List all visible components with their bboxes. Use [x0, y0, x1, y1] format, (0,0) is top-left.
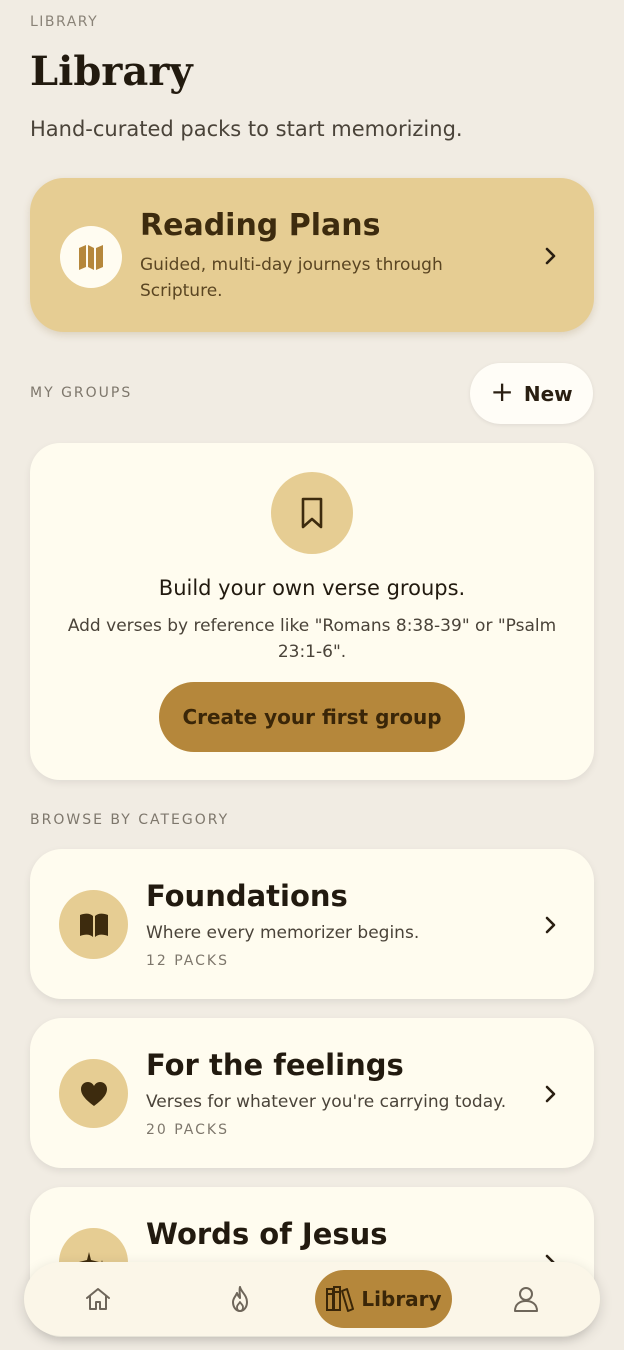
tab-library[interactable]: Library — [315, 1270, 452, 1328]
groups-empty-title: Build your own verse groups. — [158, 576, 466, 600]
map-icon — [60, 226, 122, 288]
category-count: 12 PACKS — [146, 953, 229, 969]
category-description: Where every memorizer begins. — [146, 923, 420, 943]
create-first-group-button[interactable]: Create your first group — [159, 682, 465, 752]
category-card-feelings[interactable]: For the feelings Verses for whatever you… — [30, 1018, 594, 1168]
page-subtitle: Hand-curated packs to start memorizing. — [30, 117, 463, 141]
category-description: Verses for whatever you're carrying toda… — [146, 1092, 507, 1112]
bookmark-icon — [271, 472, 353, 554]
browse-category-label: BROWSE BY CATEGORY — [30, 812, 230, 828]
heart-icon — [59, 1059, 128, 1128]
groups-empty-card: Build your own verse groups. Add verses … — [30, 443, 594, 780]
home-icon — [86, 1288, 110, 1310]
reading-plans-card[interactable]: Reading Plans Guided, multi-day journeys… — [30, 178, 594, 332]
bottom-tab-bar: Library — [24, 1262, 600, 1336]
chevron-right-icon — [538, 1082, 562, 1106]
person-icon — [514, 1287, 538, 1312]
reading-plans-title: Reading Plans — [140, 208, 381, 243]
tab-profile[interactable] — [496, 1270, 556, 1328]
chevron-right-icon — [538, 244, 562, 268]
plus-icon: + — [490, 375, 514, 408]
open-book-icon — [59, 890, 128, 959]
page-title: Library — [30, 48, 193, 95]
category-title: For the feelings — [146, 1048, 404, 1082]
tab-home[interactable] — [68, 1270, 128, 1328]
category-card-foundations[interactable]: Foundations Where every memorizer begins… — [30, 849, 594, 999]
page-eyebrow: LIBRARY — [30, 14, 99, 30]
category-title: Words of Jesus — [146, 1217, 388, 1251]
tab-streak[interactable] — [210, 1270, 270, 1328]
new-group-label: New — [523, 381, 573, 406]
tab-library-label: Library — [361, 1287, 442, 1311]
chevron-right-icon — [538, 913, 562, 937]
my-groups-label: MY GROUPS — [30, 385, 133, 401]
reading-plans-description: Guided, multi-day journeys through Scrip… — [140, 255, 443, 301]
category-count: 20 PACKS — [146, 1122, 229, 1138]
library-icon — [326, 1286, 355, 1312]
new-group-button[interactable]: + New — [470, 363, 593, 424]
groups-empty-description: Add verses by reference like "Romans 8:3… — [67, 616, 557, 662]
flame-icon — [232, 1286, 248, 1312]
category-title: Foundations — [146, 879, 348, 913]
